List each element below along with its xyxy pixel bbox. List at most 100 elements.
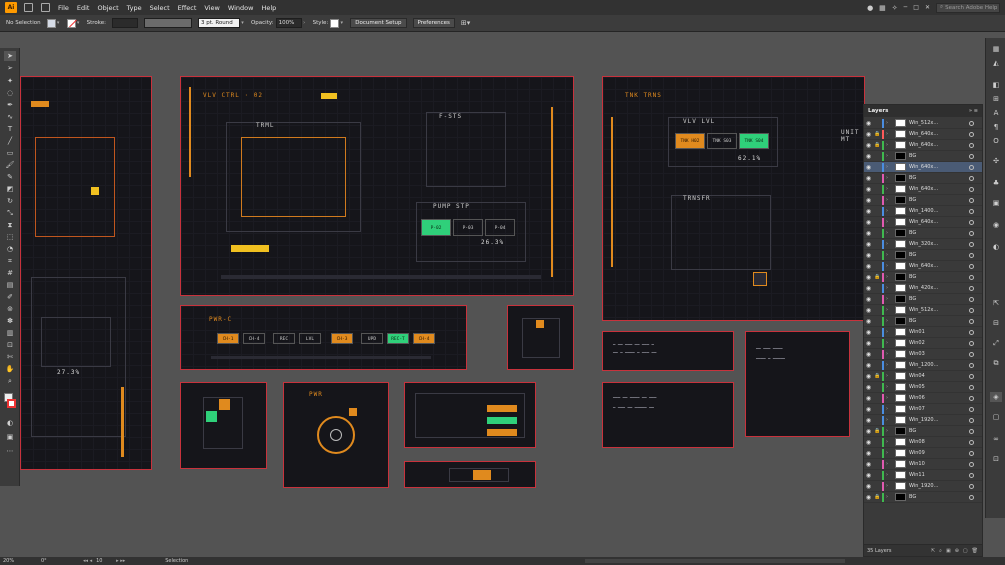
expand-chevron-icon[interactable]: › <box>886 153 892 159</box>
pwr-cell-6[interactable]: UPD <box>361 333 383 344</box>
perspective-grid-icon[interactable]: ⌗ <box>4 256 16 266</box>
expand-chevron-icon[interactable]: › <box>886 362 892 368</box>
lock-icon[interactable]: 🔒 <box>873 142 882 148</box>
layer-row[interactable]: ◉ 🔒 › BG <box>864 426 982 437</box>
opacity-input[interactable]: 100% <box>275 18 302 28</box>
appearance-icon[interactable]: ◉ <box>990 220 1002 230</box>
visibility-eye-icon[interactable]: ◉ <box>864 307 873 314</box>
visibility-eye-icon[interactable]: ◉ <box>864 197 873 204</box>
target-circle-icon[interactable] <box>969 153 974 159</box>
expand-chevron-icon[interactable]: › <box>886 120 892 126</box>
artboard-left-tall[interactable]: 27.3% <box>20 76 152 470</box>
target-circle-icon[interactable] <box>969 406 974 412</box>
rotate-view[interactable]: 0° <box>41 558 67 564</box>
layer-row[interactable]: ◉ › Win09 <box>864 448 982 459</box>
shape-builder-icon[interactable]: ◔ <box>4 244 16 254</box>
document-setup-button[interactable]: Document Setup <box>350 18 407 28</box>
eraser-icon[interactable]: ◩ <box>4 184 16 194</box>
lock-icon[interactable]: 🔒 <box>873 373 882 379</box>
blend-tool-icon[interactable]: ⊚ <box>4 304 16 314</box>
visibility-eye-icon[interactable]: ◉ <box>864 340 873 347</box>
expand-chevron-icon[interactable]: › <box>886 230 892 236</box>
expand-chevron-icon[interactable]: › <box>886 384 892 390</box>
fill-swatch[interactable] <box>46 18 56 28</box>
target-circle-icon[interactable] <box>969 351 974 357</box>
transparency-icon[interactable]: ◐ <box>990 242 1002 252</box>
visibility-eye-icon[interactable]: ◉ <box>864 296 873 303</box>
menu-help[interactable]: Help <box>257 4 280 12</box>
align-icon[interactable]: ⊟ <box>990 318 1002 328</box>
selection-tool-icon[interactable]: ➤ <box>4 51 16 61</box>
target-circle-icon[interactable] <box>969 164 974 170</box>
swatches-icon[interactable]: ⊞ <box>990 94 1002 104</box>
layer-row[interactable]: ◉ 🔒 › Win04 <box>864 371 982 382</box>
make-clip-icon[interactable]: ▣ <box>946 548 951 554</box>
layer-row[interactable]: ◉ › BG <box>864 228 982 239</box>
target-circle-icon[interactable] <box>969 494 974 500</box>
layer-row[interactable]: ◉ › Win_640x... <box>864 184 982 195</box>
layer-row[interactable]: ◉ › Win_420x... <box>864 283 982 294</box>
close-icon[interactable]: ✕ <box>925 4 930 11</box>
target-circle-icon[interactable] <box>969 131 974 137</box>
chevron-right-icon[interactable]: › <box>302 19 307 28</box>
expand-chevron-icon[interactable]: › <box>886 219 892 225</box>
graphic-styles-icon[interactable]: ▣ <box>990 198 1002 208</box>
artboard-nav[interactable]: ◂◂ ◂ <box>83 558 92 564</box>
target-circle-icon[interactable] <box>969 142 974 148</box>
edit-toolbar-icon[interactable]: ⋯ <box>4 446 16 456</box>
artboard-text-3[interactable]: ━━ ━━━ ━━━━ ━━━━ ━ ━━━━━ <box>745 331 850 437</box>
expand-chevron-icon[interactable]: › <box>886 461 892 467</box>
layer-row[interactable]: ◉ 🔒 › BG <box>864 492 982 503</box>
visibility-eye-icon[interactable]: ◉ <box>864 373 873 380</box>
target-circle-icon[interactable] <box>969 395 974 401</box>
visibility-eye-icon[interactable]: ◉ <box>864 483 873 490</box>
trash-icon[interactable]: 🗑 <box>972 548 978 554</box>
expand-chevron-icon[interactable]: › <box>886 373 892 379</box>
visibility-eye-icon[interactable]: ◉ <box>864 461 873 468</box>
visibility-eye-icon[interactable]: ◉ <box>864 241 873 248</box>
arrange-icon[interactable]: ▦ <box>879 4 886 12</box>
expand-chevron-icon[interactable]: › <box>886 164 892 170</box>
brush-definition[interactable]: 3 pt. Round <box>197 18 240 28</box>
target-circle-icon[interactable] <box>969 428 974 434</box>
layer-row[interactable]: ◉ › Win_640x... <box>864 162 982 173</box>
artboard-pwr-c[interactable]: PWR-C CH-1 CH-4 REC LVL CH-3 UPD REC-T C… <box>180 305 467 370</box>
visibility-eye-icon[interactable]: ◉ <box>864 208 873 215</box>
fill-stroke-icon[interactable] <box>4 393 16 411</box>
stroke-weight-input[interactable] <box>111 18 138 28</box>
visibility-eye-icon[interactable]: ◉ <box>864 395 873 402</box>
chevron-down-icon[interactable]: ▾ <box>56 19 61 28</box>
workspace-icon[interactable] <box>41 3 50 12</box>
panel-menu-icon[interactable]: » ≡ <box>969 108 982 114</box>
expand-chevron-icon[interactable]: › <box>886 329 892 335</box>
visibility-eye-icon[interactable]: ◉ <box>864 274 873 281</box>
menu-window[interactable]: Window <box>224 4 258 12</box>
user-icon[interactable]: ● <box>867 4 873 12</box>
eyedropper-icon[interactable]: ✐ <box>4 292 16 302</box>
pwr-cell-8[interactable]: CH-4 <box>413 333 435 344</box>
visibility-eye-icon[interactable]: ◉ <box>864 142 873 149</box>
search-input[interactable]: ⌕ Search Adobe Help <box>936 2 1000 13</box>
target-circle-icon[interactable] <box>969 340 974 346</box>
pwr-cell-7[interactable]: REC-T <box>387 333 409 344</box>
target-circle-icon[interactable] <box>969 373 974 379</box>
line-tool-icon[interactable]: ╱ <box>4 136 16 146</box>
target-circle-icon[interactable] <box>969 241 974 247</box>
layer-row[interactable]: ◉ › Win11 <box>864 470 982 481</box>
artboard-pwr-dial[interactable]: PWR <box>283 382 389 488</box>
artboard-keypad[interactable] <box>507 305 574 370</box>
target-circle-icon[interactable] <box>969 439 974 445</box>
lock-icon[interactable]: 🔒 <box>873 274 882 280</box>
rectangle-tool-icon[interactable]: ▭ <box>4 148 16 158</box>
visibility-eye-icon[interactable]: ◉ <box>864 351 873 358</box>
home-icon[interactable] <box>24 3 33 12</box>
layer-row[interactable]: ◉ 🔒 › BG <box>864 272 982 283</box>
visibility-eye-icon[interactable]: ◉ <box>864 263 873 270</box>
expand-chevron-icon[interactable]: › <box>886 340 892 346</box>
expand-chevron-icon[interactable]: › <box>886 483 892 489</box>
visibility-eye-icon[interactable]: ◉ <box>864 120 873 127</box>
visibility-eye-icon[interactable]: ◉ <box>864 329 873 336</box>
layer-row[interactable]: ◉ › BG <box>864 250 982 261</box>
expand-chevron-icon[interactable]: › <box>886 263 892 269</box>
layer-row[interactable]: ◉ › Win_512x... <box>864 118 982 129</box>
